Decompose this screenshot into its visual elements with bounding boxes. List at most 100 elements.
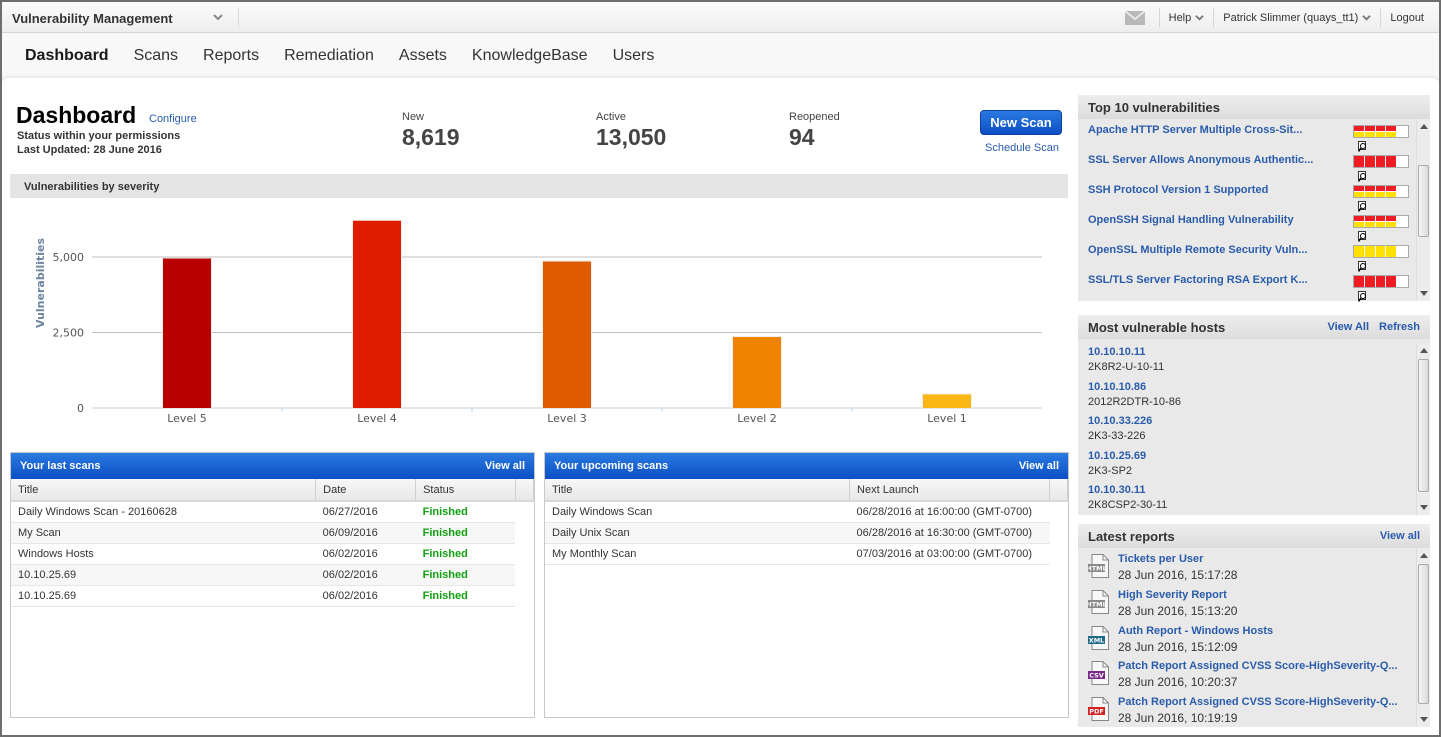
severity-cell (1375, 222, 1387, 227)
vulnerability-link[interactable]: Apache HTTP Server Multiple Cross-Sit... (1088, 124, 1302, 136)
table-row[interactable]: Windows Hosts 06/02/2016 Finished (11, 543, 534, 565)
table-row[interactable]: My Scan 06/09/2016 Finished (11, 522, 534, 544)
view-all-link[interactable]: View all (1019, 460, 1059, 472)
nav-assets[interactable]: Assets (399, 47, 447, 65)
vulnerability-link[interactable]: SSL Server Allows Anonymous Authentic... (1088, 154, 1313, 166)
schedule-scan-link[interactable]: Schedule Scan (985, 142, 1059, 154)
bar-level-1[interactable] (923, 394, 971, 408)
report-link[interactable]: Patch Report Assigned CVSS Score-HighSev… (1118, 660, 1398, 672)
severity-bar (1353, 155, 1409, 168)
bar-level-3[interactable] (543, 261, 591, 408)
severity-cell (1364, 192, 1376, 197)
severity-cell (1375, 126, 1387, 131)
table-row[interactable]: Daily Windows Scan - 20160628 06/27/2016 F… (11, 501, 534, 523)
scroll-up-icon[interactable] (1420, 124, 1428, 129)
mail-button[interactable] (1116, 8, 1159, 27)
envelope-icon (1124, 10, 1145, 25)
severity-cell (1375, 246, 1387, 257)
column-header[interactable]: Next Launch (849, 479, 1050, 502)
scroll-up-icon[interactable] (1420, 348, 1428, 353)
table-row[interactable]: 10.10.25.69 06/02/2016 Finished (11, 585, 534, 607)
scroll-thumb[interactable] (1418, 564, 1429, 704)
nav-dashboard[interactable]: Dashboard (25, 47, 109, 65)
vulnerable-hosts-widget: Most vulnerable hosts View All Refresh 1… (1078, 315, 1430, 515)
top-right-menu: Help Patrick Slimmer (quays_tt1) Logout (1116, 2, 1433, 33)
nav-remediation[interactable]: Remediation (284, 47, 374, 65)
refresh-link[interactable]: Refresh (1379, 321, 1420, 333)
scroll-down-icon[interactable] (1420, 505, 1428, 510)
host-ip-link[interactable]: 10.10.30.11 (1088, 484, 1146, 496)
last-updated: Last Updated: 28 June 2016 (17, 144, 162, 156)
severity-cell (1375, 276, 1387, 287)
vulnerability-link[interactable]: SSL/TLS Server Factoring RSA Export K... (1088, 274, 1308, 286)
column-header[interactable]: Date (315, 479, 417, 502)
view-all-link[interactable]: View all (485, 460, 525, 472)
bar-level-4[interactable] (353, 220, 401, 408)
magnifier-icon[interactable] (1357, 261, 1368, 272)
scroll-down-icon[interactable] (1420, 291, 1428, 296)
table-row[interactable]: Daily Windows Scan 06/28/2016 at 16:00:00… (545, 501, 1068, 523)
scroll-thumb[interactable] (1418, 359, 1429, 492)
severity-cell (1397, 156, 1408, 167)
report-link[interactable]: Auth Report - Windows Hosts (1118, 625, 1273, 637)
help-menu[interactable]: Help (1158, 8, 1214, 27)
severity-cell (1386, 222, 1398, 227)
host-ip-link[interactable]: 10.10.33.226 (1088, 415, 1152, 427)
new-scan-button[interactable]: New Scan (980, 110, 1062, 135)
logout-link[interactable]: Logout (1380, 8, 1433, 27)
host-ip-link[interactable]: 10.10.10.86 (1088, 381, 1146, 393)
filler (515, 585, 534, 606)
severity-cell (1354, 156, 1365, 167)
table-row[interactable]: 10.10.25.69 06/02/2016 Finished (11, 564, 534, 586)
magnifier-icon[interactable] (1357, 201, 1368, 212)
nav-scans[interactable]: Scans (134, 47, 178, 65)
scrollbar[interactable] (1416, 343, 1430, 515)
user-menu[interactable]: Patrick Slimmer (quays_tt1) (1213, 8, 1380, 27)
chevron-down-icon[interactable] (212, 11, 224, 23)
vulnerability-link[interactable]: OpenSSL Multiple Remote Security Vuln... (1088, 244, 1307, 256)
table-row[interactable]: My Monthly Scan 07/03/2016 at 03:00:00 (G… (545, 543, 1068, 565)
view-all-link[interactable]: View all (1380, 530, 1420, 542)
report-link[interactable]: High Severity Report (1118, 589, 1227, 601)
severity-cell (1386, 276, 1398, 287)
magnifier-icon[interactable] (1357, 231, 1368, 242)
nav-reports[interactable]: Reports (203, 47, 259, 65)
stat-value: 13,050 (596, 124, 667, 150)
scroll-up-icon[interactable] (1420, 553, 1428, 558)
scan-status: Finished (415, 522, 516, 544)
column-header[interactable]: Title (545, 479, 851, 502)
severity-cell (1354, 126, 1365, 131)
report-link[interactable]: Tickets per User (1118, 553, 1203, 565)
magnifier-icon[interactable] (1357, 171, 1368, 182)
nav-users[interactable]: Users (613, 47, 655, 65)
table-row[interactable]: Daily Unix Scan 06/28/2016 at 16:30:00 (G… (545, 522, 1068, 544)
host-ip-link[interactable]: 10.10.10.11 (1088, 346, 1146, 358)
x-tick-label: Level 2 (737, 412, 777, 425)
host-ip-link[interactable]: 10.10.25.69 (1088, 450, 1146, 462)
severity-cell (1397, 222, 1408, 227)
magnifier-icon[interactable] (1357, 291, 1368, 302)
vulnerability-link[interactable]: OpenSSH Signal Handling Vulnerability (1088, 214, 1294, 226)
bar-level-5[interactable] (163, 258, 211, 408)
report-link[interactable]: Patch Report Assigned CVSS Score-HighSev… (1118, 696, 1398, 708)
severity-row (1354, 276, 1408, 287)
severity-cell (1354, 276, 1365, 287)
scroll-down-icon[interactable] (1420, 717, 1428, 722)
xml-file-icon: XML (1088, 625, 1110, 650)
severity-cell (1397, 216, 1408, 221)
column-header[interactable]: Title (11, 479, 317, 502)
scroll-thumb[interactable] (1418, 165, 1429, 237)
severity-cell (1386, 216, 1398, 221)
scrollbar[interactable] (1416, 119, 1430, 301)
column-header[interactable]: Status (415, 479, 516, 502)
nav-knowledgebase[interactable]: KnowledgeBase (472, 47, 588, 65)
configure-link[interactable]: Configure (149, 113, 197, 125)
view-all-link[interactable]: View All (1327, 321, 1369, 333)
magnifier-icon[interactable] (1357, 141, 1368, 152)
scrollbar[interactable] (1416, 548, 1430, 727)
y-tick-label: 5,000 (53, 251, 85, 264)
widget-header: Top 10 vulnerabilities (1078, 95, 1430, 119)
vulnerability-link[interactable]: SSH Protocol Version 1 Supported (1088, 184, 1268, 196)
bar-level-2[interactable] (733, 337, 781, 408)
upcoming-scans-table: Title Next Launch Daily Windows Scan 06/2… (545, 479, 1068, 565)
